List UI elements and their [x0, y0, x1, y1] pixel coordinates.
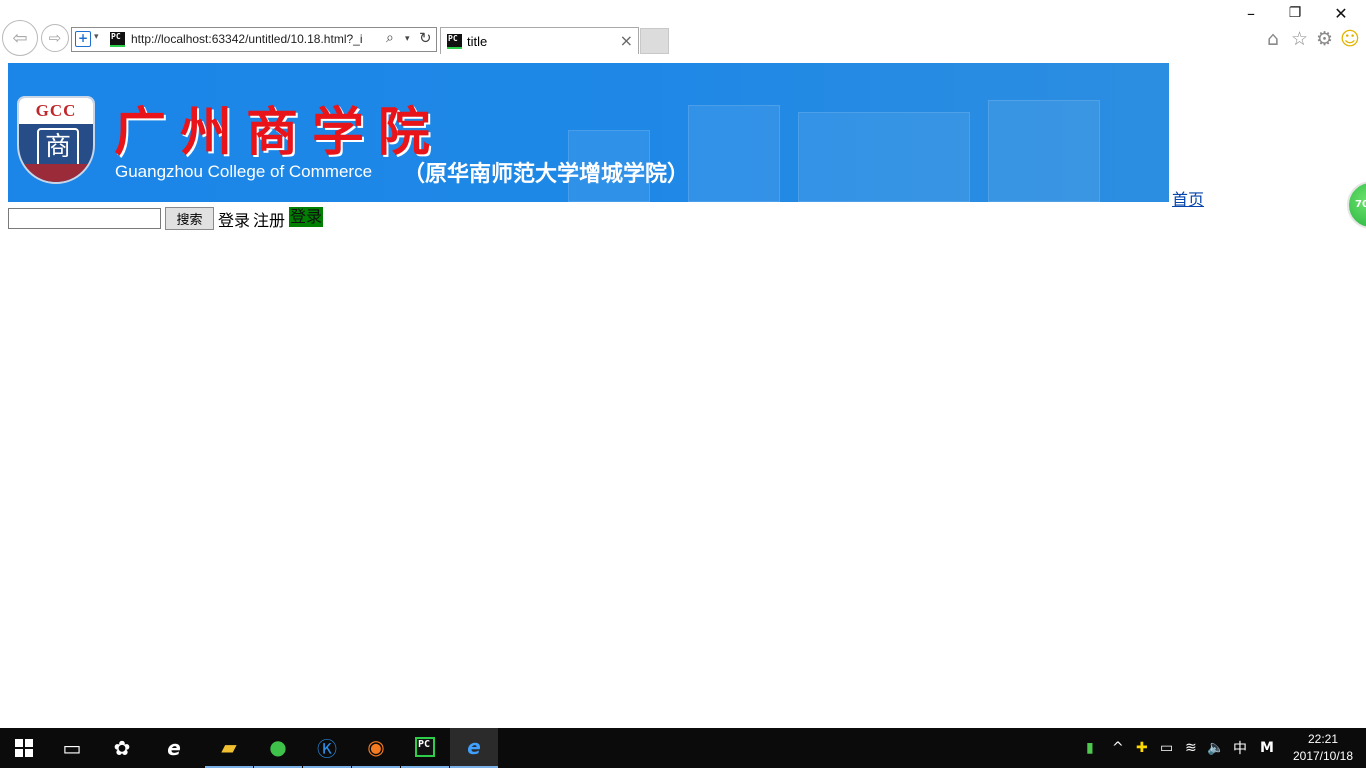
school-former-name: （原华南师范大学增城学院）: [403, 161, 690, 187]
pycharm-icon: PC: [415, 737, 435, 757]
taskbar: ▭ ✿ e ▰ ● Ⓚ ◉ PC e ▮ ^ ✚ ▭ ≋ 🔈 中 M 22:21…: [0, 728, 1366, 768]
tray-app-icon[interactable]: ✚: [1136, 728, 1148, 768]
search-icon[interactable]: ⌕: [386, 30, 394, 46]
pycharm-button[interactable]: PC: [401, 728, 449, 768]
internet-explorer-active-button[interactable]: e: [450, 728, 498, 768]
home-icon[interactable]: ⌂: [1267, 28, 1279, 50]
minimize-button[interactable]: –: [1236, 4, 1266, 23]
task-view-icon: ▭: [62, 736, 82, 760]
floating-speed-ball[interactable]: 70: [1347, 181, 1366, 229]
school-name-cn: 广州商学院: [114, 102, 445, 163]
show-hidden-icons-chevron-icon[interactable]: ^: [1112, 728, 1124, 768]
pycharm-favicon-icon: PC: [110, 32, 125, 47]
pycharm-favicon-icon: PC: [447, 34, 462, 49]
system-clock[interactable]: 22:21 2017/10/18: [1288, 731, 1358, 765]
new-tab-button[interactable]: [640, 28, 669, 54]
building-silhouette: [798, 112, 970, 202]
browser-chrome: ⇦ ⇨ + ▾ PC http://localhost:63342/untitl…: [0, 0, 1366, 60]
app-circle-icon: ✿: [113, 736, 131, 760]
search-button[interactable]: 搜索: [165, 207, 214, 230]
address-dropdown-icon[interactable]: ▾: [405, 34, 410, 44]
firefox-button[interactable]: ◉: [352, 728, 400, 768]
firefox-icon: ◉: [367, 735, 385, 759]
star-icon[interactable]: ☆: [1291, 28, 1308, 50]
internet-explorer-icon: e: [167, 736, 181, 760]
ime-mode-indicator[interactable]: M: [1260, 728, 1274, 768]
internet-explorer-button[interactable]: e: [150, 728, 198, 768]
k-app-icon: Ⓚ: [317, 736, 337, 761]
task-view-button[interactable]: ▭: [48, 728, 96, 768]
tab-label: title: [467, 34, 488, 49]
crest-glyph: 商: [37, 128, 79, 168]
forward-arrow-icon: ⇨: [48, 29, 62, 47]
volume-icon[interactable]: 🔈: [1207, 728, 1224, 768]
folder-icon: ▰: [221, 735, 237, 759]
smiley-icon[interactable]: ☺: [1340, 28, 1360, 50]
ime-indicator[interactable]: 中: [1233, 728, 1247, 768]
building-silhouette: [688, 105, 780, 202]
tab-title[interactable]: PC title ×: [440, 27, 639, 54]
windows-logo-icon: [15, 739, 33, 757]
file-explorer-button[interactable]: ▰: [205, 728, 253, 768]
clock-date: 2017/10/18: [1292, 749, 1354, 763]
search-input[interactable]: [8, 208, 161, 229]
wifi-icon[interactable]: ≋: [1185, 728, 1197, 768]
crest-band: [19, 164, 93, 182]
address-bar[interactable]: + ▾ PC http://localhost:63342/untitled/1…: [71, 27, 437, 52]
login-text: 登录: [218, 211, 251, 230]
college-banner: GCC 商 广州商学院 Guangzhou College of Commerc…: [8, 63, 1169, 202]
url-text[interactable]: http://localhost:63342/untitled/10.18.ht…: [131, 32, 383, 46]
forward-button[interactable]: ⇨: [41, 24, 69, 52]
k-app-button[interactable]: Ⓚ: [303, 728, 351, 768]
close-tab-icon[interactable]: ×: [620, 31, 633, 50]
green-browser-icon: ●: [269, 735, 287, 759]
refresh-icon[interactable]: ↻: [419, 29, 432, 47]
crest-letters: GCC: [19, 98, 93, 124]
app-circle-button[interactable]: ✿: [98, 728, 146, 768]
green-browser-button[interactable]: ●: [254, 728, 302, 768]
close-window-button[interactable]: ✕: [1326, 4, 1356, 23]
security-shield-icon[interactable]: +: [75, 31, 91, 47]
power-plug-icon[interactable]: ▭: [1160, 728, 1173, 768]
battery-icon[interactable]: ▮: [1086, 728, 1094, 768]
building-silhouette: [988, 100, 1100, 202]
home-link[interactable]: 首页: [1172, 186, 1204, 210]
school-name-en: Guangzhou College of Commerce: [115, 162, 373, 181]
login-box[interactable]: 登录: [289, 207, 324, 227]
register-text: 注册: [253, 211, 286, 230]
chevron-down-icon[interactable]: ▾: [94, 32, 99, 42]
internet-explorer-icon: e: [467, 735, 481, 759]
gear-icon[interactable]: ⚙: [1316, 28, 1333, 50]
restore-button[interactable]: ❐: [1280, 5, 1310, 21]
clock-time: 22:21: [1307, 732, 1339, 746]
back-arrow-icon: ⇦: [12, 27, 28, 49]
college-crest-logo: GCC 商: [17, 96, 95, 184]
start-button[interactable]: [0, 728, 48, 768]
back-button[interactable]: ⇦: [2, 20, 38, 56]
